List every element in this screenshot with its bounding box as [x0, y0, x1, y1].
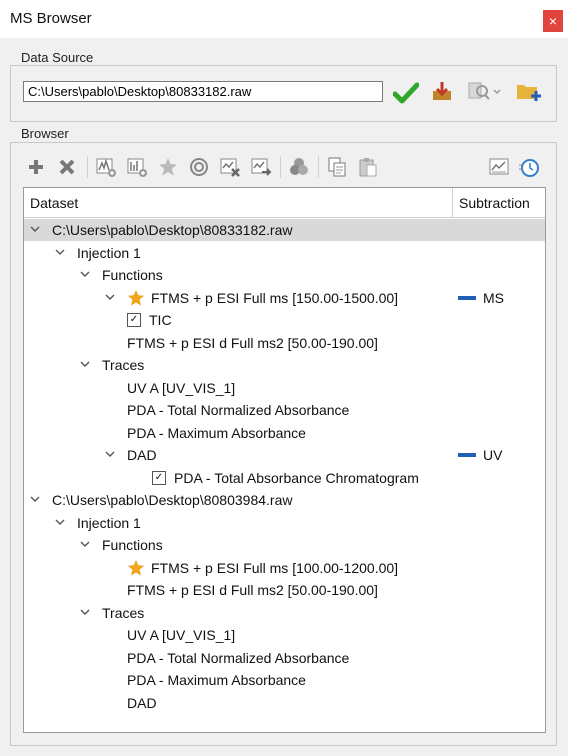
- copy-icon[interactable]: [326, 156, 348, 178]
- chart-settings-icon[interactable]: [488, 156, 510, 178]
- tree-row-label: DAD: [127, 447, 157, 463]
- tree-row[interactable]: Functions: [24, 534, 545, 556]
- tree-row-label: DAD: [127, 694, 157, 711]
- column-header-subtraction-label: Subtraction: [459, 195, 530, 211]
- favorite-star-icon[interactable]: [157, 156, 179, 178]
- tree-row-label: FTMS + p ESI Full ms [150.00-1500.00]: [151, 289, 399, 306]
- add-chromatogram-icon[interactable]: [126, 156, 148, 178]
- tree-row-label: PDA - Total Absorbance Chromatogram: [174, 469, 419, 486]
- tree-row-label: FTMS + p ESI d Full ms2 [50.00-190.00]: [127, 334, 378, 351]
- tree-row-label: PDA - Maximum Absorbance: [127, 672, 306, 688]
- tree-row[interactable]: ✓ TIC: [24, 309, 545, 331]
- toolbar-separator: [280, 156, 281, 178]
- toolbar-separator: [87, 156, 88, 178]
- trace-checkbox[interactable]: ✓: [127, 313, 141, 327]
- chevron-down-icon[interactable]: [80, 607, 90, 617]
- tree-row-label: FTMS + p ESI d Full ms2 [50.00-190.00]: [127, 582, 378, 598]
- tree-row[interactable]: DAD UV: [24, 444, 545, 466]
- close-button[interactable]: ×: [543, 10, 563, 32]
- column-header-dataset[interactable]: Dataset: [24, 188, 453, 218]
- confirm-check-icon[interactable]: [393, 80, 419, 106]
- tree-row-label: PDA - Total Normalized Absorbance: [127, 402, 350, 418]
- paste-icon[interactable]: [357, 156, 379, 178]
- target-icon[interactable]: [188, 156, 210, 178]
- tree-row-label: C:\Users\pablo\Desktop\80803984.raw: [52, 492, 293, 508]
- subtraction-label: MS: [483, 289, 504, 306]
- subtraction-label: UV: [483, 447, 503, 463]
- tree-row[interactable]: Functions: [24, 264, 545, 286]
- tree-row[interactable]: FTMS + p ESI Full ms [100.00-1200.00]: [24, 557, 545, 579]
- timer-icon[interactable]: [518, 156, 540, 178]
- remove-icon[interactable]: [56, 156, 78, 178]
- tree-row[interactable]: Traces: [24, 602, 545, 624]
- add-spectrum-icon[interactable]: [95, 156, 117, 178]
- tree-row[interactable]: FTMS + p ESI d Full ms2 [50.00-190.00]: [24, 332, 545, 354]
- chevron-down-icon[interactable]: [80, 539, 90, 549]
- chevron-down-icon[interactable]: [30, 224, 40, 234]
- tree-row-label: PDA - Total Normalized Absorbance: [127, 649, 350, 666]
- color-blend-icon[interactable]: [288, 156, 310, 178]
- file-path-input[interactable]: [23, 81, 383, 102]
- tree-row-label: Traces: [102, 357, 145, 373]
- tree-row[interactable]: C:\Users\pablo\Desktop\80833182.raw: [24, 219, 545, 241]
- window-title: MS Browser: [10, 10, 92, 27]
- tree-row-label: Injection 1: [77, 244, 141, 261]
- tree-row[interactable]: C:\Users\pablo\Desktop\80803984.raw: [24, 489, 545, 511]
- column-header-subtraction[interactable]: Subtraction: [453, 188, 545, 218]
- tree-row[interactable]: PDA - Total Normalized Absorbance: [24, 399, 545, 421]
- tree-row[interactable]: ✓ PDA - Total Absorbance Chromatogram: [24, 467, 545, 489]
- tree-row[interactable]: UV A [UV_VIS_1]: [24, 624, 545, 646]
- add-icon[interactable]: [25, 156, 47, 178]
- open-folder-add-icon[interactable]: [516, 80, 542, 102]
- chevron-down-icon[interactable]: [105, 449, 115, 459]
- dataset-tree[interactable]: Dataset Subtraction C:\Users\pablo\Deskt…: [23, 187, 546, 733]
- tree-row[interactable]: PDA - Maximum Absorbance: [24, 422, 545, 444]
- data-source-label: Data Source: [18, 50, 97, 65]
- browser-label: Browser: [18, 126, 72, 141]
- export-trace-icon[interactable]: [250, 156, 272, 178]
- tree-row-label: C:\Users\pablo\Desktop\80833182.raw: [52, 222, 293, 238]
- tree-row[interactable]: Traces: [24, 354, 545, 376]
- chevron-down-icon[interactable]: [30, 494, 40, 504]
- tree-row-label: Injection 1: [77, 514, 141, 531]
- tree-row-label: Traces: [102, 604, 145, 621]
- favorite-star-icon: [127, 559, 145, 576]
- tree-row[interactable]: FTMS + p ESI Full ms [150.00-1500.00] MS: [24, 287, 545, 309]
- tree-row[interactable]: Injection 1: [24, 242, 545, 264]
- chevron-down-icon[interactable]: [80, 359, 90, 369]
- tree-row[interactable]: FTMS + p ESI d Full ms2 [50.00-190.00]: [24, 579, 545, 601]
- tree-row[interactable]: PDA - Maximum Absorbance: [24, 669, 545, 691]
- trace-checkbox[interactable]: ✓: [152, 470, 166, 485]
- subtraction-color-marker: [458, 295, 476, 300]
- toolbar-separator: [318, 156, 319, 178]
- remove-trace-icon[interactable]: [219, 156, 241, 178]
- tree-row-label: UV A [UV_VIS_1]: [127, 379, 236, 396]
- tree-row[interactable]: PDA - Total Normalized Absorbance: [24, 647, 545, 669]
- tree-row[interactable]: DAD: [24, 692, 545, 714]
- tree-row-label: Functions: [102, 537, 163, 553]
- tree-row-label: UV A [UV_VIS_1]: [127, 627, 236, 643]
- subtraction-color-marker: [458, 453, 476, 457]
- column-header-dataset-label: Dataset: [30, 195, 79, 211]
- tree-row-label: TIC: [149, 312, 172, 328]
- tree-row-label: PDA - Maximum Absorbance: [127, 424, 306, 441]
- tree-row-label: Functions: [102, 267, 163, 283]
- chevron-down-icon[interactable]: [80, 269, 90, 279]
- tree-row[interactable]: UV A [UV_VIS_1]: [24, 377, 545, 399]
- chevron-down-icon[interactable]: [55, 247, 65, 257]
- tree-row[interactable]: Injection 1: [24, 512, 545, 534]
- chevron-down-icon[interactable]: [105, 292, 115, 302]
- download-icon[interactable]: [431, 80, 453, 102]
- chevron-down-icon[interactable]: [55, 517, 65, 527]
- tree-row-label: FTMS + p ESI Full ms [100.00-1200.00]: [151, 559, 399, 576]
- favorite-star-icon: [127, 289, 145, 306]
- search-options-icon[interactable]: [467, 80, 503, 102]
